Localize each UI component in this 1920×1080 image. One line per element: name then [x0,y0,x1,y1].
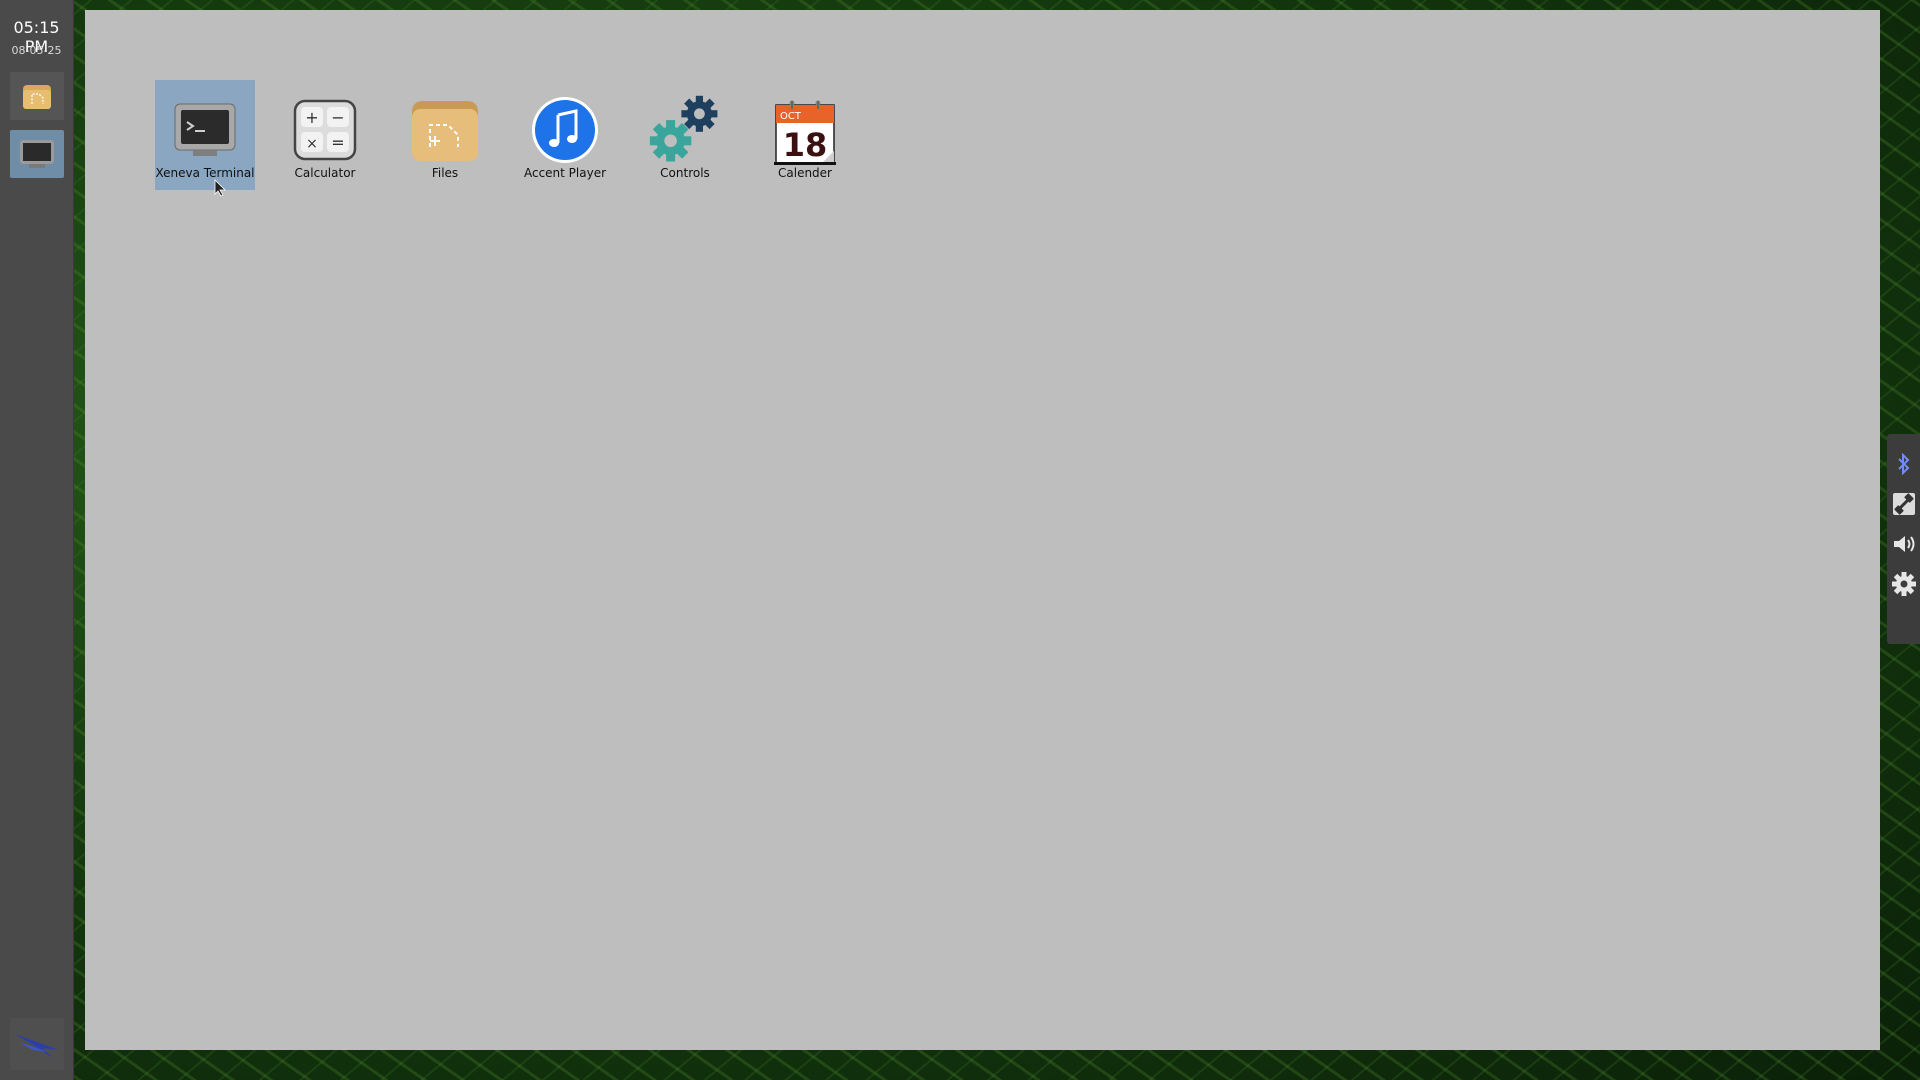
taskbar-files-button[interactable] [10,72,64,120]
desktop-icon-calender[interactable]: OCT 18 Calender [755,80,855,190]
mouse-cursor-icon [214,179,226,197]
terminal-icon [20,140,54,168]
desktop-icon-calculator[interactable]: + − × = Calculator [275,80,375,190]
music-note-icon [532,97,598,163]
desktop-icon-label: Accent Player [523,166,607,180]
desktop-icon-accent-player[interactable]: Accent Player [515,80,615,190]
bluetooth-button[interactable] [1887,446,1920,482]
calendar-day: 18 [783,126,828,164]
start-button[interactable] [10,1018,64,1070]
gears-icon [649,95,718,162]
calendar-icon: OCT 18 [774,100,836,165]
calendar-month: OCT [780,111,802,122]
bird-logo-icon [15,1034,59,1058]
calculator-icon: + − × = [293,99,357,161]
bluetooth-icon [1897,453,1909,475]
desktop-icon-xeneva-terminal[interactable]: Xeneva Terminal [155,80,255,190]
quick-settings-panel [1887,434,1920,644]
network-icon [1892,493,1915,515]
desktop-icon-label: Xeneva Terminal [155,166,255,180]
desktop-window: Xeneva Terminal + − × = Calculator Files… [85,10,1880,1050]
svg-text:×: × [306,136,318,152]
taskbar-terminal-button[interactable] [10,130,64,178]
desktop-icon-controls[interactable]: Controls [635,80,735,190]
volume-icon [1893,536,1914,552]
settings-icon [1891,572,1916,596]
volume-button[interactable] [1887,526,1920,562]
desktop-icon-files[interactable]: Files [395,80,495,190]
folder-icon [412,101,478,161]
terminal-icon [174,103,236,156]
svg-text:+: + [305,108,318,127]
settings-button[interactable] [1887,566,1920,602]
svg-text:−: − [331,108,344,127]
desktop-icon-label: Calender [778,166,832,180]
desktop-icon-label: Calculator [294,166,356,180]
svg-text:=: = [331,133,344,152]
clock-date: 08-05-25 [11,44,62,57]
network-button[interactable] [1887,486,1920,522]
taskbar: 05:15 PM 08-05-25 [0,0,74,1080]
desktop-icon-label: Controls [660,166,710,180]
folder-icon [23,85,51,109]
desktop-icon-label: Files [431,166,459,180]
